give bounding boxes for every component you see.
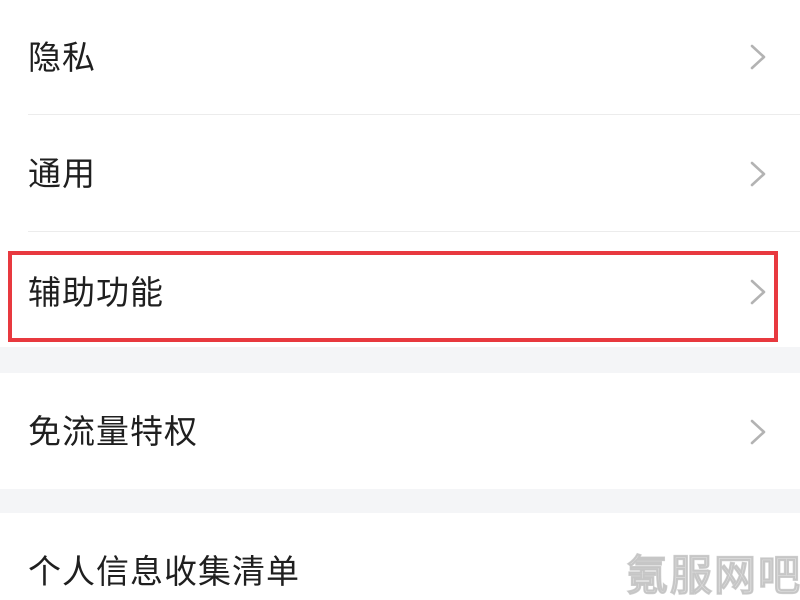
settings-item-label: 免流量特权 [28,412,198,451]
chevron-right-icon [746,160,770,188]
settings-item-label: 通用 [28,154,96,193]
section-gap [0,489,800,513]
section-gap [0,347,800,373]
settings-item-data-free[interactable]: 免流量特权 [0,373,800,489]
settings-item-general[interactable]: 通用 [0,115,800,231]
settings-item-label: 隐私 [28,38,96,77]
settings-screen: 隐私 通用 辅助功能 免流量特权 个人信息收集清单 氪服网吧 [0,0,800,600]
chevron-right-icon [746,43,770,71]
chevron-right-icon [746,418,770,446]
settings-item-label: 个人信息收集清单 [28,552,300,591]
chevron-right-icon [746,278,770,306]
watermark: 氪服网吧 [625,551,800,600]
settings-item-privacy[interactable]: 隐私 [0,0,800,114]
settings-item-label: 辅助功能 [28,273,164,312]
settings-item-accessibility[interactable]: 辅助功能 [0,232,800,347]
